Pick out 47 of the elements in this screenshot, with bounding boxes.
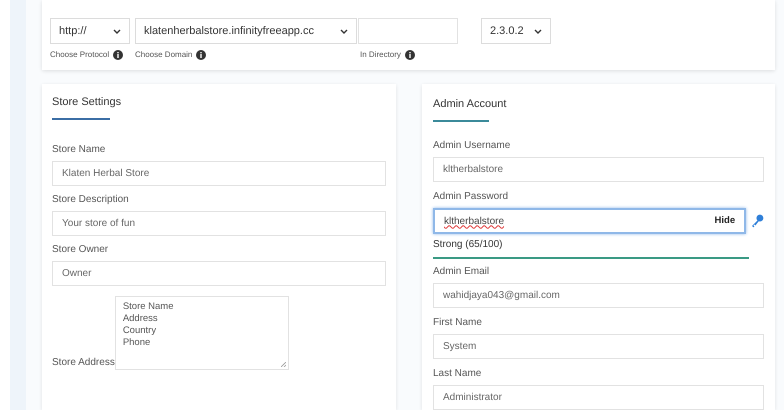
input-field[interactable]: System <box>433 334 764 359</box>
input-field[interactable]: Your store of fun <box>52 211 386 236</box>
info-icon <box>113 50 124 60</box>
key-icon[interactable] <box>750 214 764 228</box>
field-label: Store Description <box>52 193 130 207</box>
field-label: Admin Username <box>433 139 512 153</box>
select-value: klatenherbalstore.infinityfreeapp.cc <box>144 24 314 39</box>
password-field[interactable]: kltherbalstore Hide <box>433 208 746 234</box>
field-label: First Name <box>433 316 483 330</box>
strength-text: Strong (65/100) <box>433 238 504 252</box>
input-field[interactable]: wahidjaya043@gmail.com <box>433 283 764 308</box>
title-underline <box>433 120 489 122</box>
field-label: Store Owner <box>52 243 110 257</box>
field-hint: Choose Protocol <box>50 49 110 61</box>
info-icon <box>196 50 206 60</box>
input-field[interactable]: Administrator <box>433 385 764 410</box>
input-field[interactable]: Owner <box>52 261 386 286</box>
input-field[interactable]: Klaten Herbal Store <box>52 161 386 186</box>
field-label: Last Name <box>433 367 482 381</box>
field-label: Admin Email <box>433 265 490 279</box>
address-line: Store Name <box>122 301 174 313</box>
address-textarea[interactable]: Store Name Address Country Phone <box>114 296 289 370</box>
hide-toggle[interactable]: Hide <box>714 214 736 228</box>
field-hint: In Directory <box>360 49 401 61</box>
address-line: Country <box>122 325 158 337</box>
field-label: Admin Password <box>433 190 510 204</box>
title-underline <box>52 118 110 120</box>
password-value: kltherbalstore <box>444 214 504 228</box>
field-label: Store Name <box>52 143 106 157</box>
field-label: Store Address <box>52 356 115 370</box>
input-field[interactable]: kltherbalstore <box>433 157 764 182</box>
caret-icon <box>113 28 121 34</box>
section-title: Store Settings <box>52 94 122 110</box>
field-hint: Choose Domain <box>135 49 192 61</box>
info-icon <box>404 50 415 60</box>
select-field[interactable]: 2.3.0.2 <box>481 18 551 44</box>
select-field[interactable]: http:// <box>50 18 130 44</box>
input-field[interactable] <box>358 18 458 44</box>
section-title: Admin Account <box>433 96 508 112</box>
resize-grip-icon <box>280 362 286 367</box>
address-line: Phone <box>122 337 152 349</box>
select-field[interactable]: klatenherbalstore.infinityfreeapp.cc <box>135 18 357 44</box>
address-line: Address <box>122 313 159 325</box>
select-value: 2.3.0.2 <box>490 24 524 39</box>
caret-icon <box>534 28 542 34</box>
caret-icon <box>340 28 348 34</box>
select-value: http:// <box>59 24 87 39</box>
